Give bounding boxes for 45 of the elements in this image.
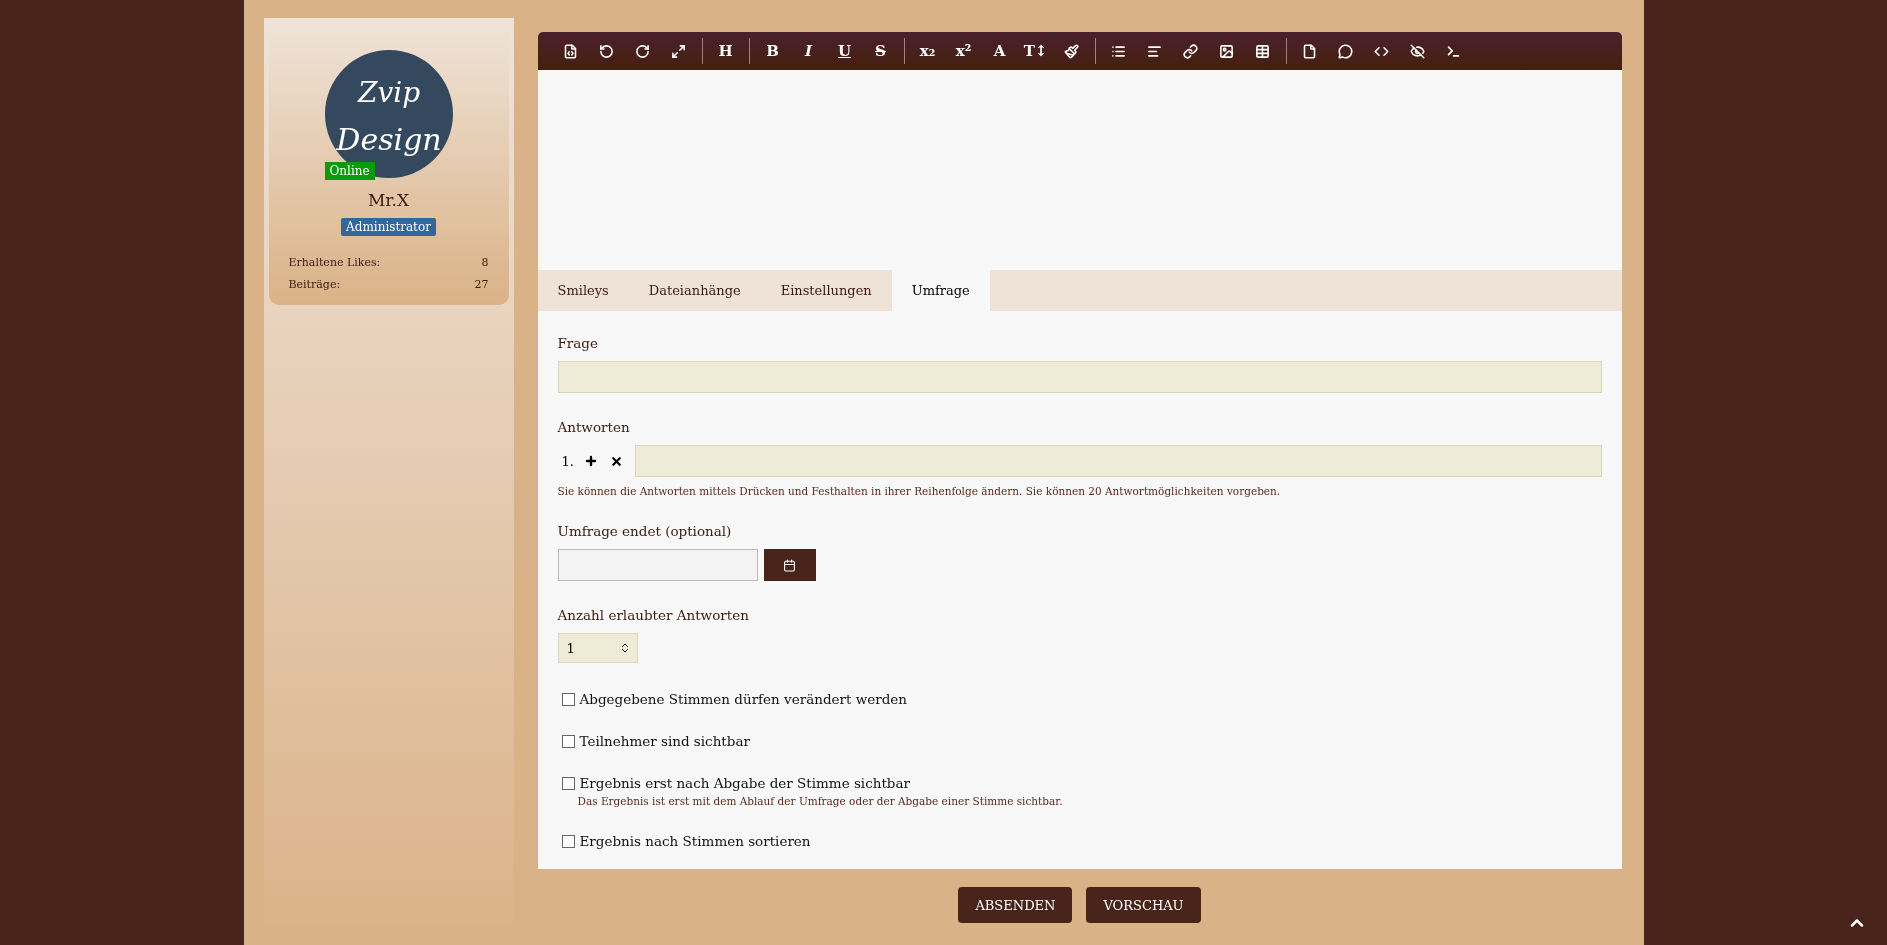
format-button[interactable]: S	[865, 38, 896, 64]
field-label: Anzahl erlaubter Antworten	[557, 607, 750, 623]
tab[interactable]: Smileys	[537, 270, 629, 311]
field-label: Frage	[557, 335, 599, 351]
remove-icon[interactable]	[609, 454, 623, 468]
stat-value: 27	[474, 278, 489, 291]
stat-label: Erhaltene Likes:	[288, 256, 381, 269]
calendar-button[interactable]	[763, 549, 816, 581]
user-name: Mr.X	[367, 190, 410, 210]
date-field[interactable]	[557, 549, 758, 581]
answers-hint: Sie können die Antworten mittels Drücken und Festhalten in ihrer Reihenfolge ändern. Sie können 20 Antwortmöglichkeiten vorgeben.	[557, 485, 1282, 497]
action-button[interactable]: VORSCHAU	[1086, 887, 1201, 923]
answer-number: 1.	[560, 453, 575, 469]
checkbox[interactable]	[561, 734, 575, 748]
option-label: Ergebnis nach Stimmen sortieren	[579, 833, 811, 849]
format-button[interactable]: x²	[948, 38, 979, 64]
option-hint: Das Ergebnis ist erst mit dem Ablauf der Umfrage oder der Abgabe einer Stimme sichtbar.	[577, 795, 1064, 807]
add-icon[interactable]	[583, 454, 598, 468]
calendar-icon	[783, 558, 796, 572]
option-label: Ergebnis erst nach Abgabe der Stimme sichtbar	[579, 775, 910, 791]
format-button[interactable]: B	[757, 38, 788, 64]
number-field[interactable]: 1	[557, 633, 638, 663]
option-label: Teilnehmer sind sichtbar	[579, 733, 750, 749]
stat-value: 8	[481, 256, 489, 269]
checkbox[interactable]	[561, 776, 575, 790]
tab[interactable]: Umfrage	[891, 270, 990, 311]
stat-label: Beiträge:	[288, 278, 341, 291]
status-badge: Online	[324, 162, 375, 180]
format-button[interactable]: T↕	[1020, 38, 1051, 64]
answer-field[interactable]	[634, 445, 1602, 477]
tab[interactable]: Dateianhänge	[628, 270, 761, 311]
format-button[interactable]: A	[984, 38, 1015, 64]
format-button[interactable]: H	[710, 38, 741, 64]
format-button[interactable]: x₂	[912, 38, 943, 64]
field-label: Antworten	[557, 419, 631, 435]
tab[interactable]: Einstellungen	[760, 270, 892, 311]
question-field[interactable]	[557, 361, 1602, 393]
role-badge: Administrator	[341, 218, 436, 236]
checkbox[interactable]	[561, 834, 575, 848]
action-button[interactable]: ABSENDEN	[958, 887, 1073, 923]
format-button[interactable]: U	[829, 38, 860, 64]
format-button[interactable]: I	[793, 38, 824, 64]
checkbox[interactable]	[561, 692, 575, 706]
option-label: Abgegebene Stimmen dürfen verändert werden	[579, 691, 908, 707]
field-label: Umfrage endet (optional)	[557, 523, 733, 539]
